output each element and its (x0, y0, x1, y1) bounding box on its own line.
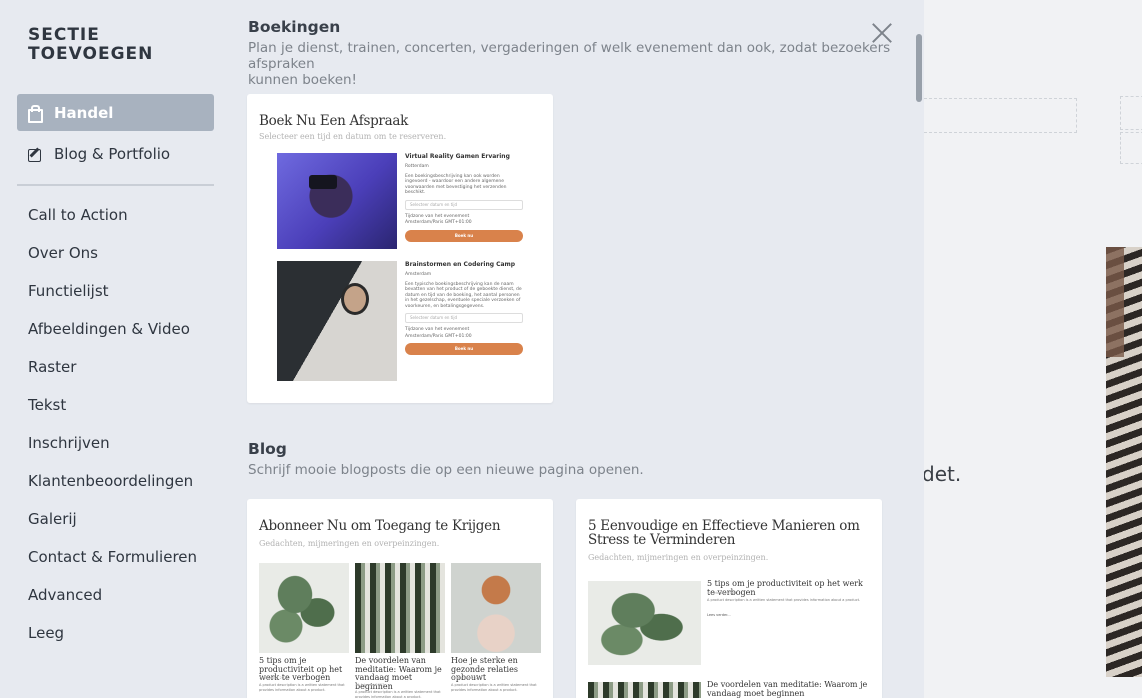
card-subheading: Selecteer een tijd en datum om te reserv… (259, 132, 447, 141)
category-call-to-action[interactable]: Call to Action (28, 196, 197, 234)
booking-template-card[interactable]: Boek Nu Een Afspraak Selecteer een tijd … (247, 94, 553, 403)
post-date: 19 februari 2023 (707, 591, 737, 595)
card-subheading: Gedachten, mijmeringen en overpeinzingen… (259, 539, 440, 548)
read-more-link: Lees verder... (707, 613, 731, 617)
coding-camp-image (277, 261, 397, 381)
plant-image (588, 581, 701, 665)
category-raster[interactable]: Raster (28, 348, 197, 386)
timezone-label: Tijdzone van het evenement (405, 327, 470, 332)
category-advanced[interactable]: Advanced (28, 576, 197, 614)
timezone-value: Amsterdam/Paris GMT+01:00 (405, 220, 472, 225)
booking-info: Virtual Reality Gamen Ervaring Rotterdam… (405, 153, 523, 242)
category-over-ons[interactable]: Over Ons (28, 234, 197, 272)
section-description: Schrijf mooie blogposts die op een nieuw… (248, 462, 644, 478)
section-description: Plan je dienst, trainen, concerten, verg… (248, 40, 891, 88)
category-contact-formulieren[interactable]: Contact & Formulieren (28, 538, 197, 576)
placeholder-box (1120, 96, 1142, 130)
card-heading: Boek Nu Een Afspraak (259, 113, 408, 129)
category-inschrijven[interactable]: Inschrijven (28, 424, 197, 462)
flowers-image (451, 563, 541, 653)
booking-location: Rotterdam (405, 164, 429, 169)
category-handel[interactable]: Handel (17, 94, 214, 131)
vr-gaming-image (277, 153, 397, 249)
booking-info: Brainstormen en Codering Camp Amsterdam … (405, 261, 523, 355)
book-now-button: Boek nu (405, 229, 523, 242)
category-label: Blog & Portfolio (54, 144, 171, 163)
background-photo (1106, 247, 1142, 677)
date-time-input: Selecteer datum en tijd (405, 199, 523, 210)
panel-scrollbar[interactable] (916, 34, 922, 102)
editor-canvas-background: det. (924, 0, 1142, 698)
card-heading: 5 Eenvoudige en Effectieve Manieren om S… (588, 518, 860, 548)
post-excerpt: A product description is a written state… (707, 598, 861, 602)
nav-divider (17, 184, 214, 186)
post-excerpt: A product description is a written state… (355, 690, 441, 698)
category-klantenbeoordelingen[interactable]: Klantenbeoordelingen (28, 462, 197, 500)
booking-section-header: Boekingen Plan je dienst, trainen, conce… (248, 18, 908, 88)
card-subheading: Gedachten, mijmeringen en overpeinzingen… (588, 553, 769, 562)
booking-location: Amsterdam (405, 272, 432, 277)
category-nav-list: Call to Action Over Ons Functielijst Afb… (28, 196, 197, 652)
booking-description: Een boekingsbeschrijving kan ook worden … (405, 173, 507, 196)
date-time-input: Selecteer datum en tijd (405, 313, 523, 323)
post-excerpt: A product description is a written state… (259, 683, 345, 692)
shopping-bag-icon (27, 104, 43, 123)
post-date: 19 februari 2023 (259, 676, 289, 680)
plant-image (259, 563, 349, 653)
category-leeg[interactable]: Leeg (28, 614, 197, 652)
timezone-value: Amsterdam/Paris GMT+01:00 (405, 333, 472, 339)
booking-title: Virtual Reality Gamen Ervaring (405, 153, 510, 160)
greenhouse-image (588, 682, 701, 698)
edit-icon (27, 146, 43, 162)
blog-section-header: Blog Schrijf mooie blogposts die op een … (248, 440, 908, 478)
post-date: 19 februari 2023 (355, 683, 385, 687)
book-now-button: Boek nu (405, 343, 523, 355)
section-title: Boekingen (248, 18, 341, 36)
booking-title: Brainstormen en Codering Camp (405, 261, 516, 268)
panel-title: SECTIE TOEVOEGEN (28, 25, 154, 64)
background-text: det. (924, 462, 962, 486)
booking-description: Een typische boekingsbeschrijving kan de… (405, 281, 522, 309)
category-functielijst[interactable]: Functielijst (28, 272, 197, 310)
greenhouse-image (355, 563, 445, 653)
category-afbeeldingen-video[interactable]: Afbeeldingen & Video (28, 310, 197, 348)
category-tekst[interactable]: Tekst (28, 386, 197, 424)
post-excerpt: A product description is a written state… (451, 683, 537, 692)
category-galerij[interactable]: Galerij (28, 500, 197, 538)
category-blog-portfolio[interactable]: Blog & Portfolio (17, 135, 214, 172)
category-nav-top: Handel Blog & Portfolio (17, 94, 214, 176)
timezone-label: Tijdzone van het evenement (405, 213, 470, 219)
section-title: Blog (248, 440, 287, 458)
blog-template-card[interactable]: 5 Eenvoudige en Effectieve Manieren om S… (576, 499, 882, 698)
category-label: Handel (54, 103, 114, 122)
card-heading: Abonneer Nu om Toegang te Krijgen (259, 518, 501, 534)
placeholder-box (924, 98, 1077, 133)
placeholder-box (1120, 132, 1142, 164)
blog-template-card[interactable]: Abonneer Nu om Toegang te Krijgen Gedach… (247, 499, 553, 698)
post-title: De voordelen van meditatie: Waarom je va… (707, 680, 868, 698)
add-section-panel: SECTIE TOEVOEGEN Handel Blog & Portfolio… (0, 0, 924, 698)
post-date: 19 februari 2023 (451, 676, 481, 680)
